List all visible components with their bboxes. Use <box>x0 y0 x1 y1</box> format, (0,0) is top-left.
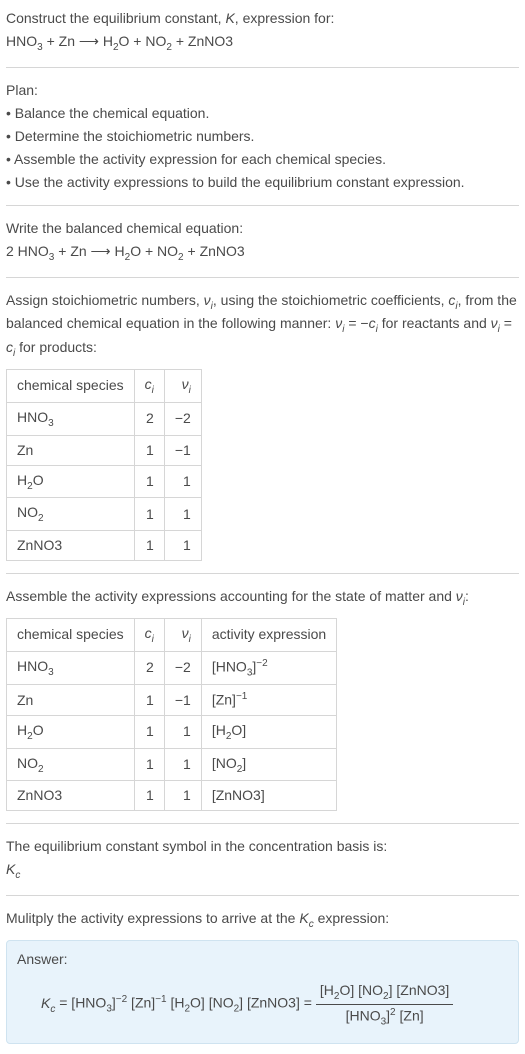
divider <box>6 277 519 278</box>
cell-ci: 2 <box>134 402 164 435</box>
table-row: HNO3 2 −2 [HNO3]−2 <box>7 651 337 684</box>
cell-species: H2O <box>7 465 135 498</box>
cell-vi: −1 <box>164 435 201 465</box>
unbalanced-equation: HNO3 + Zn ⟶ H2O + NO2 + ZnNO3 <box>6 31 519 55</box>
col-species: chemical species <box>7 369 135 402</box>
title-construct: Construct the equilibrium constant, K, e… <box>6 8 519 29</box>
divider <box>6 205 519 206</box>
cell-vi: −1 <box>164 685 201 716</box>
cell-vi: 1 <box>164 748 201 781</box>
cell-activity: [ZnNO3] <box>201 781 336 811</box>
table-row: H2O 1 1 [H2O] <box>7 715 337 748</box>
assemble-text: Assemble the activity expressions accoun… <box>6 586 519 610</box>
cell-ci: 1 <box>134 435 164 465</box>
plan-heading: Plan: <box>6 80 519 101</box>
col-ci: ci <box>134 369 164 402</box>
cell-ci: 1 <box>134 748 164 781</box>
col-activity: activity expression <box>201 618 336 651</box>
cell-ci: 1 <box>134 715 164 748</box>
balanced-heading: Write the balanced chemical equation: <box>6 218 519 239</box>
plan-item: • Use the activity expressions to build … <box>6 172 519 193</box>
table-row: ZnNO3 1 1 <box>7 531 202 561</box>
cell-activity: [Zn]−1 <box>201 685 336 716</box>
plan-item: • Assemble the activity expression for e… <box>6 149 519 170</box>
table-row: NO2 1 1 <box>7 498 202 531</box>
cell-species: NO2 <box>7 748 135 781</box>
cell-activity: [NO2] <box>201 748 336 781</box>
cell-ci: 1 <box>134 781 164 811</box>
table-row: chemical species ci νi activity expressi… <box>7 618 337 651</box>
col-species: chemical species <box>7 618 135 651</box>
assign-text: Assign stoichiometric numbers, νi, using… <box>6 290 519 361</box>
table-row: H2O 1 1 <box>7 465 202 498</box>
cell-species: H2O <box>7 715 135 748</box>
multiply-text: Mulitply the activity expressions to arr… <box>6 908 519 932</box>
answer-box: Answer: Kc = [HNO3]−2 [Zn]−1 [H2O] [NO2]… <box>6 940 519 1044</box>
symbol-text: The equilibrium constant symbol in the c… <box>6 836 519 857</box>
cell-vi: −2 <box>164 651 201 684</box>
cell-ci: 1 <box>134 465 164 498</box>
cell-vi: 1 <box>164 465 201 498</box>
activity-table: chemical species ci νi activity expressi… <box>6 618 337 812</box>
kc-symbol: Kc <box>6 859 519 883</box>
table-row: ZnNO3 1 1 [ZnNO3] <box>7 781 337 811</box>
divider <box>6 573 519 574</box>
cell-vi: 1 <box>164 781 201 811</box>
cell-ci: 1 <box>134 498 164 531</box>
col-vi: νi <box>164 618 201 651</box>
cell-vi: 1 <box>164 531 201 561</box>
cell-activity: [H2O] <box>201 715 336 748</box>
table-row: HNO3 2 −2 <box>7 402 202 435</box>
col-ci: ci <box>134 618 164 651</box>
cell-species: HNO3 <box>7 651 135 684</box>
table-row: chemical species ci νi <box>7 369 202 402</box>
fraction-numerator: [H2O] [NO2] [ZnNO3] <box>316 980 453 1005</box>
cell-ci: 2 <box>134 651 164 684</box>
divider <box>6 823 519 824</box>
cell-vi: 1 <box>164 498 201 531</box>
cell-ci: 1 <box>134 685 164 716</box>
cell-vi: −2 <box>164 402 201 435</box>
table-row: Zn 1 −1 <box>7 435 202 465</box>
answer-label: Answer: <box>17 949 508 970</box>
cell-species: Zn <box>7 435 135 465</box>
balanced-equation: 2 HNO3 + Zn ⟶ H2O + NO2 + ZnNO3 <box>6 241 519 265</box>
col-vi: νi <box>164 369 201 402</box>
table-row: Zn 1 −1 [Zn]−1 <box>7 685 337 716</box>
cell-vi: 1 <box>164 715 201 748</box>
plan-item: • Balance the chemical equation. <box>6 103 519 124</box>
cell-species: ZnNO3 <box>7 531 135 561</box>
answer-equation: Kc = [HNO3]−2 [Zn]−1 [H2O] [NO2] [ZnNO3]… <box>17 980 508 1029</box>
plan-item: • Determine the stoichiometric numbers. <box>6 126 519 147</box>
cell-species: Zn <box>7 685 135 716</box>
cell-ci: 1 <box>134 531 164 561</box>
stoich-table: chemical species ci νi HNO3 2 −2 Zn 1 −1… <box>6 369 202 561</box>
cell-species: NO2 <box>7 498 135 531</box>
divider <box>6 895 519 896</box>
cell-activity: [HNO3]−2 <box>201 651 336 684</box>
fraction-denominator: [HNO3]2 [Zn] <box>316 1005 453 1029</box>
cell-species: HNO3 <box>7 402 135 435</box>
table-row: NO2 1 1 [NO2] <box>7 748 337 781</box>
answer-lhs: Kc = [HNO3]−2 [Zn]−1 [H2O] [NO2] [ZnNO3]… <box>41 992 312 1016</box>
answer-fraction: [H2O] [NO2] [ZnNO3] [HNO3]2 [Zn] <box>316 980 453 1029</box>
cell-species: ZnNO3 <box>7 781 135 811</box>
divider <box>6 67 519 68</box>
